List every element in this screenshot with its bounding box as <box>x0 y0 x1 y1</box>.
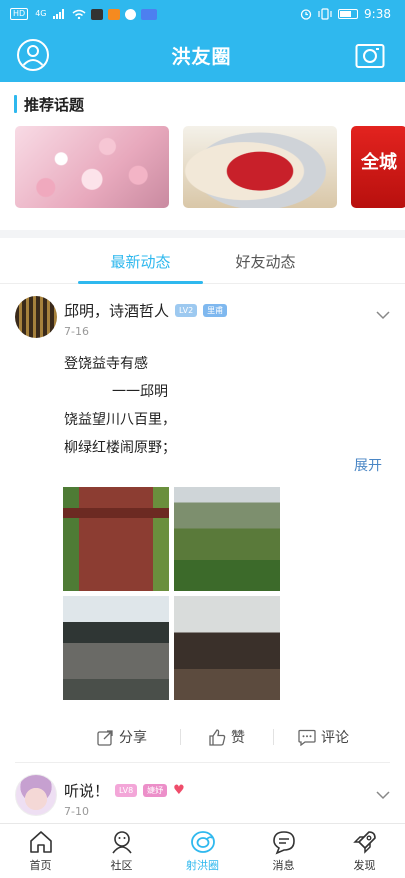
like-label: 赞 <box>231 730 245 746</box>
signal-strength: 4G <box>35 9 47 18</box>
post-actions: 分享 赞 评论 <box>0 720 405 754</box>
status-bar: HD 4G 9:38 <box>0 0 405 28</box>
bottom-nav: 首页 社区 射洪圈 消息 发现 <box>0 823 405 878</box>
home-icon <box>29 831 52 853</box>
app-notification-icon <box>91 8 104 20</box>
promo-text: 全城 <box>361 152 397 173</box>
user-circle-icon <box>17 39 49 71</box>
chevron-down-icon[interactable] <box>376 308 390 322</box>
feed-post: 听说！ LV8 婕妤 ♥ 7-10 <box>0 764 405 824</box>
topic-card-cherry-blossom[interactable] <box>15 126 169 208</box>
thumbs-up-icon <box>209 728 226 746</box>
comment-label: 评论 <box>321 730 349 746</box>
post-line: 柳绿红楼闹原野； <box>64 440 176 456</box>
post-photo[interactable] <box>174 596 280 700</box>
action-divider <box>180 729 181 745</box>
comment-button[interactable]: 评论 <box>298 727 349 747</box>
share-label: 分享 <box>119 730 147 746</box>
post-line: 饶益望川八百里， <box>64 412 176 428</box>
camera-button[interactable] <box>353 38 387 72</box>
expand-link[interactable]: 展开 <box>354 455 382 475</box>
section-accent-bar <box>14 95 17 113</box>
nav-item-home[interactable]: 首页 <box>0 824 81 878</box>
top-bar: HD 4G 9:38 洪友圈 <box>0 0 405 82</box>
topic-card-hotpot[interactable] <box>183 126 337 208</box>
post-author[interactable]: 听说！ <box>64 780 109 801</box>
share-icon <box>97 729 113 746</box>
nav-item-circle[interactable]: 射洪圈 <box>162 824 243 878</box>
alarm-icon <box>300 9 312 20</box>
page-title: 洪友圈 <box>171 45 232 68</box>
post-divider <box>15 762 390 763</box>
section-divider <box>0 230 405 238</box>
post-author[interactable]: 邱明，诗酒哲人 <box>64 300 169 321</box>
profile-button[interactable] <box>16 38 50 72</box>
topic-carousel[interactable]: 全城 <box>0 126 405 208</box>
role-badge: 里甫 <box>203 304 228 317</box>
signal-icon <box>53 9 65 19</box>
post-date: 7-10 <box>64 805 89 818</box>
nav-label: 发现 <box>353 859 376 872</box>
avatar[interactable] <box>15 296 57 338</box>
chevron-down-icon[interactable] <box>376 788 390 802</box>
vibrate-icon <box>318 8 332 20</box>
post-content: 登饶益寺有感 一一邱明 饶益望川八百里， 柳绿红楼闹原野； <box>64 350 176 462</box>
battery-icon <box>338 9 359 19</box>
nav-item-discover[interactable]: 发现 <box>324 824 405 878</box>
tab-friends[interactable]: 好友动态 <box>203 238 328 284</box>
role-badge: 婕妤 <box>143 784 168 797</box>
nav-label: 首页 <box>29 859 52 872</box>
post-date: 7-16 <box>64 325 89 338</box>
network-type: HD <box>10 8 29 20</box>
heart-icon: ♥ <box>173 783 185 798</box>
app-notification-icon <box>108 8 121 20</box>
photo-grid <box>63 487 280 700</box>
recommended-topics: 推荐话题 全城 <box>0 82 405 230</box>
community-icon <box>111 831 132 854</box>
nav-item-community[interactable]: 社区 <box>81 824 162 878</box>
tab-latest[interactable]: 最新动态 <box>78 238 203 284</box>
camera-icon <box>355 44 385 68</box>
post-line: 登饶益寺有感 <box>64 356 148 372</box>
nav-label: 射洪圈 <box>186 859 219 872</box>
circle-icon <box>190 831 215 853</box>
level-badge: LV8 <box>115 784 138 797</box>
post-photo[interactable] <box>174 487 280 591</box>
level-badge: LV2 <box>175 304 198 317</box>
comment-icon <box>298 729 316 746</box>
wifi-icon <box>73 9 86 19</box>
feed-tabs: 最新动态 好友动态 <box>0 238 405 284</box>
like-button[interactable]: 赞 <box>209 727 245 747</box>
nav-label: 社区 <box>110 859 133 872</box>
app-notification-icon <box>125 8 137 20</box>
clock: 9:38 <box>364 7 391 21</box>
post-photo[interactable] <box>63 487 169 591</box>
app-header: 洪友圈 <box>0 28 405 82</box>
post-line: 一一邱明 <box>112 384 168 400</box>
rocket-icon <box>352 831 376 854</box>
section-title: 推荐话题 <box>24 95 85 114</box>
feed-post: 邱明，诗酒哲人 LV2 里甫 7-16 登饶益寺有感 一一邱明 饶益望川八百里，… <box>0 284 405 764</box>
nav-label: 消息 <box>272 859 295 872</box>
share-button[interactable]: 分享 <box>97 727 147 747</box>
post-photo[interactable] <box>63 596 169 700</box>
action-divider <box>273 729 274 745</box>
nav-item-messages[interactable]: 消息 <box>243 824 324 878</box>
message-icon <box>272 831 295 855</box>
topic-card-promo[interactable]: 全城 <box>351 126 405 208</box>
app-notification-icon <box>141 8 158 20</box>
avatar[interactable] <box>15 774 57 816</box>
